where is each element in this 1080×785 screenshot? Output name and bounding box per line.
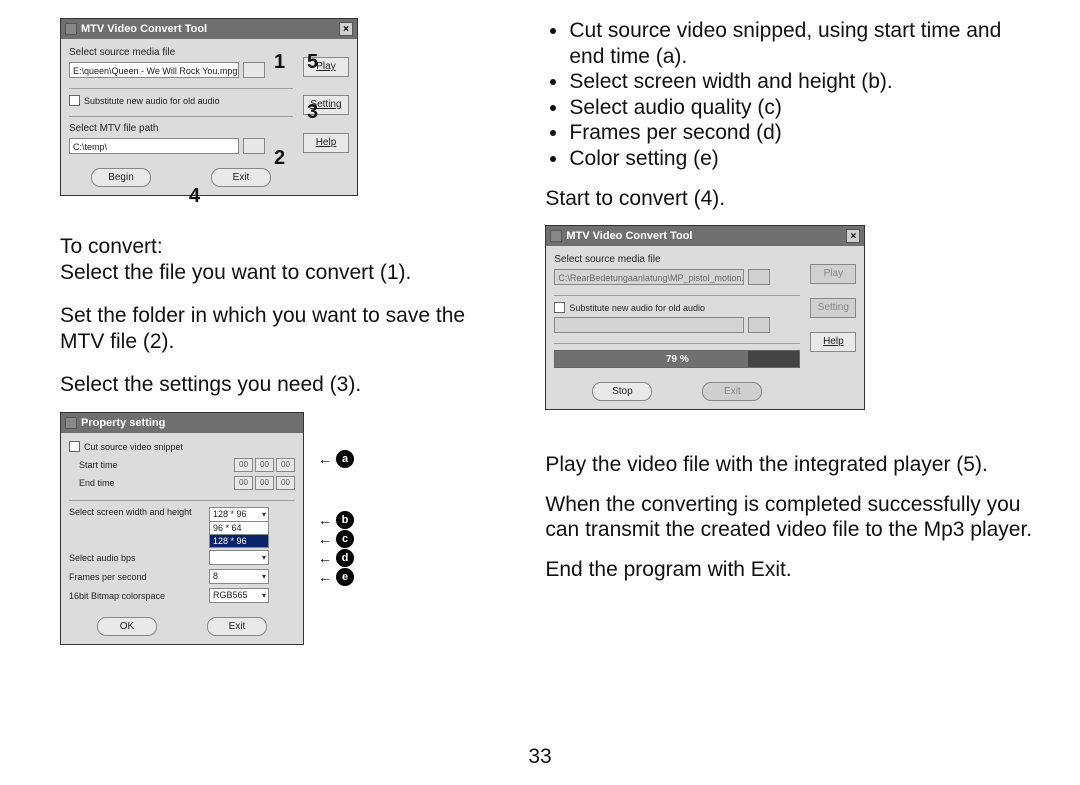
settings-bullet-list: Cut source video snipped, using start ti… bbox=[569, 18, 1040, 172]
close-icon[interactable]: × bbox=[846, 229, 860, 243]
colorspace-label: 16bit Bitmap colorspace bbox=[69, 591, 209, 601]
text-to-convert: To convert: bbox=[60, 234, 485, 260]
bullet-b: Select screen width and height (b). bbox=[569, 69, 1040, 95]
close-icon[interactable]: × bbox=[339, 22, 353, 36]
start-time-spinner[interactable]: 00 00 00 bbox=[234, 458, 295, 472]
text-select-settings: Select the settings you need (3). bbox=[60, 372, 485, 398]
bullet-d: Frames per second (d) bbox=[569, 120, 1040, 146]
cut-snippet-label: Cut source video snippet bbox=[84, 442, 183, 452]
end-time-spinner[interactable]: 00 00 00 bbox=[234, 476, 295, 490]
browse-path-button[interactable] bbox=[243, 138, 265, 154]
browse-source-button bbox=[748, 269, 770, 285]
circle-b: b bbox=[336, 511, 354, 529]
app-icon bbox=[65, 417, 77, 429]
titlebar: MTV Video Convert Tool × bbox=[546, 226, 864, 246]
page-number: 33 bbox=[0, 745, 1080, 769]
mtv-progress-window: MTV Video Convert Tool × Select source m… bbox=[545, 225, 865, 410]
circle-a: a bbox=[336, 450, 354, 468]
window-title: MTV Video Convert Tool bbox=[566, 230, 846, 242]
titlebar: Property setting bbox=[61, 413, 303, 433]
bullet-c: Select audio quality (c) bbox=[569, 95, 1040, 121]
stop-button[interactable]: Stop bbox=[592, 382, 652, 401]
text-when-completed: When the converting is completed success… bbox=[545, 492, 1040, 543]
circle-d: d bbox=[336, 549, 354, 567]
text-set-folder: Set the folder in which you want to save… bbox=[60, 303, 485, 354]
source-file-input[interactable]: E:\queen\Queen - We Will Rock You.mpg bbox=[69, 62, 239, 78]
window-title: MTV Video Convert Tool bbox=[81, 23, 339, 35]
colorspace-select[interactable]: RGB565 bbox=[209, 588, 269, 603]
bullet-a: Cut source video snipped, using start ti… bbox=[569, 18, 1040, 69]
callout-3: 3 bbox=[307, 101, 318, 124]
help-button[interactable]: Help bbox=[810, 332, 856, 352]
wh-label: Select screen width and height bbox=[69, 507, 209, 517]
window-title: Property setting bbox=[81, 417, 299, 429]
ok-button[interactable]: OK bbox=[97, 617, 157, 636]
source-file-input: C:\RearBedetungaanlatung\MP_pistol_motio… bbox=[554, 269, 744, 285]
callout-1: 1 bbox=[274, 51, 285, 74]
property-setting-window: Property setting Cut source video snippe… bbox=[60, 412, 304, 645]
wh-option[interactable]: 96 * 64 bbox=[209, 521, 269, 535]
browse-source-button[interactable] bbox=[243, 62, 265, 78]
help-button[interactable]: Help bbox=[303, 133, 349, 153]
text-play-file: Play the video file with the integrated … bbox=[545, 452, 1040, 478]
audio-file-input bbox=[554, 317, 744, 333]
text-start-convert: Start to convert (4). bbox=[545, 186, 1040, 212]
titlebar: MTV Video Convert Tool × bbox=[61, 19, 357, 39]
exit-button[interactable]: Exit bbox=[207, 617, 267, 636]
label-source: Select source media file bbox=[69, 47, 293, 58]
bps-label: Select audio bps bbox=[69, 553, 209, 563]
text-end-program: End the program with Exit. bbox=[545, 557, 1040, 583]
substitute-audio-checkbox bbox=[554, 302, 565, 313]
circle-e: e bbox=[336, 568, 354, 586]
exit-button: Exit bbox=[702, 382, 762, 401]
start-time-label: Start time bbox=[69, 460, 169, 470]
end-time-label: End time bbox=[69, 478, 169, 488]
bullet-e: Color setting (e) bbox=[569, 146, 1040, 172]
fps-label: Frames per second bbox=[69, 572, 209, 582]
callout-5: 5 bbox=[307, 51, 318, 74]
output-path-input[interactable]: C:\temp\ bbox=[69, 138, 239, 154]
callout-2: 2 bbox=[274, 147, 285, 170]
browse-audio-button bbox=[748, 317, 770, 333]
begin-button[interactable]: Begin bbox=[91, 168, 151, 187]
progress-text: 79 % bbox=[555, 354, 799, 365]
bps-select[interactable] bbox=[209, 550, 269, 565]
callout-4: 4 bbox=[189, 185, 200, 208]
text-select-file: Select the file you want to convert (1). bbox=[60, 260, 485, 286]
fps-select[interactable]: 8 bbox=[209, 569, 269, 584]
substitute-audio-checkbox[interactable] bbox=[69, 95, 80, 106]
substitute-audio-label: Substitute new audio for old audio bbox=[84, 96, 220, 106]
substitute-audio-label: Substitute new audio for old audio bbox=[569, 303, 705, 313]
cut-snippet-checkbox[interactable] bbox=[69, 441, 80, 452]
exit-button[interactable]: Exit bbox=[211, 168, 271, 187]
circle-c: c bbox=[336, 530, 354, 548]
wh-select[interactable]: 128 * 96 bbox=[209, 507, 269, 522]
progress-bar: 79 % bbox=[554, 350, 800, 368]
app-icon bbox=[65, 23, 77, 35]
mtv-main-window: MTV Video Convert Tool × Select source m… bbox=[60, 18, 358, 196]
setting-button: Setting bbox=[810, 298, 856, 318]
app-icon bbox=[550, 230, 562, 242]
wh-option-selected[interactable]: 128 * 96 bbox=[209, 534, 269, 548]
label-source: Select source media file bbox=[554, 254, 800, 265]
play-button: Play bbox=[810, 264, 856, 284]
label-path: Select MTV file path bbox=[69, 123, 293, 134]
